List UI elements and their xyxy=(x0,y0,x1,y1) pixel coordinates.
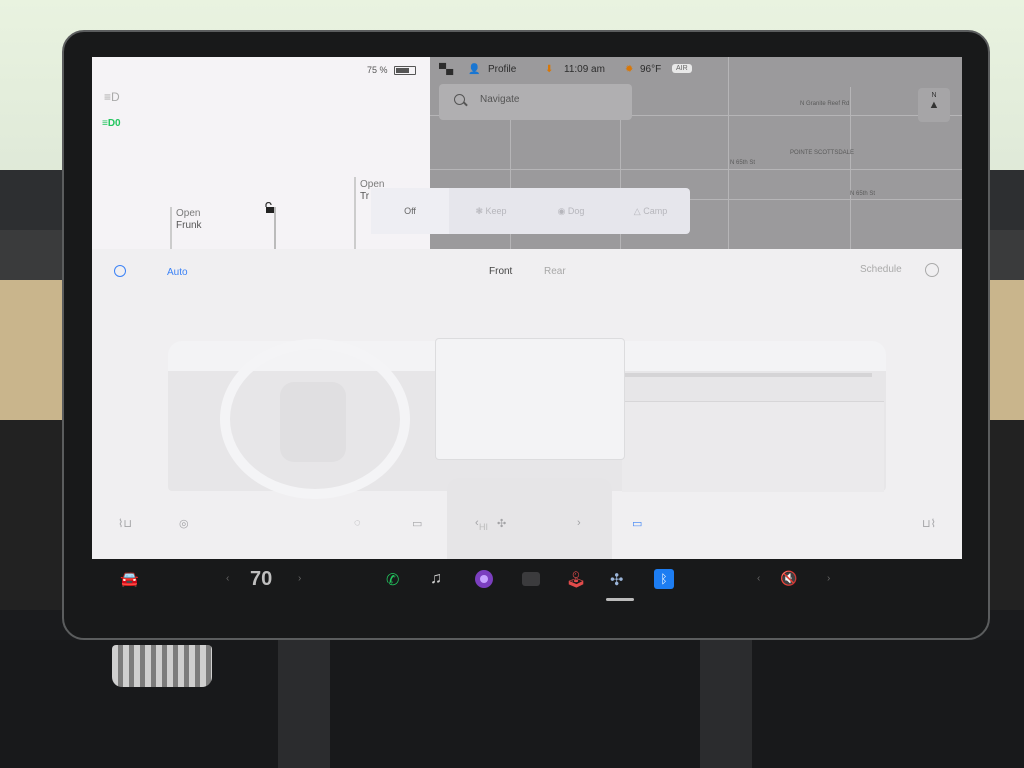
seat-heater-left-icon[interactable]: ⌇⊔ xyxy=(118,517,132,530)
search-navigate-bar[interactable]: Navigate xyxy=(439,84,632,120)
power-icon[interactable] xyxy=(114,265,126,277)
frunk-line xyxy=(170,207,172,249)
fan-speed-value: HI xyxy=(479,522,488,532)
frunk-label: Frunk xyxy=(176,220,202,231)
pedal xyxy=(112,645,212,687)
more-apps-icon[interactable] xyxy=(522,572,540,586)
volume-decrease-icon[interactable]: ‹ xyxy=(757,573,760,584)
outside-temperature: 96°F xyxy=(640,64,662,75)
tent-icon: △ xyxy=(633,206,644,216)
unlock-icon[interactable] xyxy=(263,202,275,214)
parking-light-icon[interactable]: ≡D0 xyxy=(102,118,121,129)
compass-label: N xyxy=(931,92,937,99)
air-quality-badge: AIR xyxy=(672,64,692,73)
temp-decrease-icon[interactable]: ‹ xyxy=(226,573,229,584)
volume-increase-icon[interactable]: › xyxy=(827,573,830,584)
map-label: POINTE SCOTTSDALE xyxy=(790,150,855,156)
map-label: N Granite Reef Rd xyxy=(800,101,850,107)
search-icon xyxy=(454,94,465,105)
battery-percentage: 75 % xyxy=(367,65,388,75)
auto-climate-button[interactable]: Auto xyxy=(167,267,188,278)
defrost-rear-icon[interactable]: ▭ xyxy=(412,517,422,530)
mode-keep-option[interactable]: ❃ Keep xyxy=(451,188,531,234)
car-icon[interactable]: 🚘 xyxy=(120,570,139,588)
profile-icon[interactable]: 👤 xyxy=(468,64,480,75)
trunk-line xyxy=(354,177,356,249)
car-dashboard-left xyxy=(0,170,70,610)
taskbar: 🚘 ‹ 70 › ✆ ♫ 🕹 ✣ ᛒ ‹ 🔇 › xyxy=(92,560,962,602)
glovebox xyxy=(622,401,884,492)
air-vent xyxy=(622,373,872,377)
console-pillar-right xyxy=(700,640,752,768)
profile-button[interactable]: Profile xyxy=(488,64,516,75)
toybox-icon[interactable]: 🕹 xyxy=(566,570,586,590)
cabin-temperature[interactable]: 70 xyxy=(250,568,272,591)
mode-off-label: Off xyxy=(404,206,416,216)
active-app-indicator xyxy=(606,598,634,601)
clock-time: 11:09 am xyxy=(564,64,605,75)
temp-increase-icon[interactable]: › xyxy=(298,573,301,584)
console-pillar-left xyxy=(278,640,330,768)
touchscreen: 75 % ≡D ≡D0 Open Frunk Open Tr N Granite… xyxy=(92,57,962,559)
search-input[interactable]: Navigate xyxy=(480,94,519,105)
tab-front[interactable]: Front xyxy=(489,266,512,277)
music-icon[interactable]: ♫ xyxy=(430,570,442,588)
download-icon[interactable]: ⬇ xyxy=(545,64,553,75)
battery-icon xyxy=(394,66,416,75)
bluetooth-icon[interactable]: ᛒ xyxy=(654,569,674,589)
fan-icon[interactable]: ✣ xyxy=(610,570,623,590)
mode-off-option[interactable]: Off xyxy=(371,188,449,234)
fan-icon: ❃ xyxy=(475,206,486,216)
climate-mode-selector: Off ❃ Keep ◉ Dog △ Camp xyxy=(371,188,690,234)
frunk-action: Open xyxy=(176,208,201,219)
car-dashboard-right xyxy=(990,170,1024,610)
status-bar: ▀▄ 👤 Profile ⬇ 11:09 am ✹ 96°F AIR xyxy=(430,57,962,83)
dog-icon: ◉ xyxy=(557,206,568,216)
sun-icon: ✹ xyxy=(625,64,634,75)
tab-rear[interactable]: Rear xyxy=(544,266,566,277)
car-lock-icon[interactable]: ▀▄ xyxy=(439,64,453,75)
climate-panel: Auto Front Rear Schedule ⌇⊔ ◎ ◌ ▭ ‹ ✣ HI… xyxy=(92,249,962,559)
map-label: N 65th St xyxy=(730,160,756,166)
volume-mute-icon[interactable]: 🔇 xyxy=(780,570,797,587)
phone-icon[interactable]: ✆ xyxy=(386,570,399,590)
camera-icon[interactable] xyxy=(475,570,493,588)
fan-icon: ✣ xyxy=(497,518,507,530)
headlight-icon[interactable]: ≡D xyxy=(104,90,120,104)
steering-heater-icon[interactable]: ◎ xyxy=(179,517,189,530)
arrow-up-icon: ▲ xyxy=(928,99,940,111)
mode-dog-label: Dog xyxy=(567,206,585,216)
mode-keep-label: Keep xyxy=(485,206,507,216)
clock-icon[interactable] xyxy=(925,263,939,277)
schedule-button[interactable]: Schedule xyxy=(860,264,902,275)
recirculate-icon[interactable]: ◌ xyxy=(354,517,361,529)
defrost-front-icon[interactable]: ▭ xyxy=(632,517,642,530)
map-label: N 65th St xyxy=(850,191,876,197)
mode-camp-label: Camp xyxy=(643,206,668,216)
center-display-illustration xyxy=(435,338,625,460)
fan-increase-icon[interactable]: › xyxy=(577,517,581,529)
compass-button[interactable]: N ▲ xyxy=(918,88,950,122)
seat-heater-right-icon[interactable]: ⊔⌇ xyxy=(922,517,936,530)
center-console xyxy=(447,478,612,559)
mode-dog-option[interactable]: ◉ Dog xyxy=(531,188,611,234)
open-frunk-button[interactable]: Open Frunk xyxy=(176,208,202,232)
steering-wheel-hub xyxy=(280,382,346,462)
mode-camp-option[interactable]: △ Camp xyxy=(611,188,690,234)
